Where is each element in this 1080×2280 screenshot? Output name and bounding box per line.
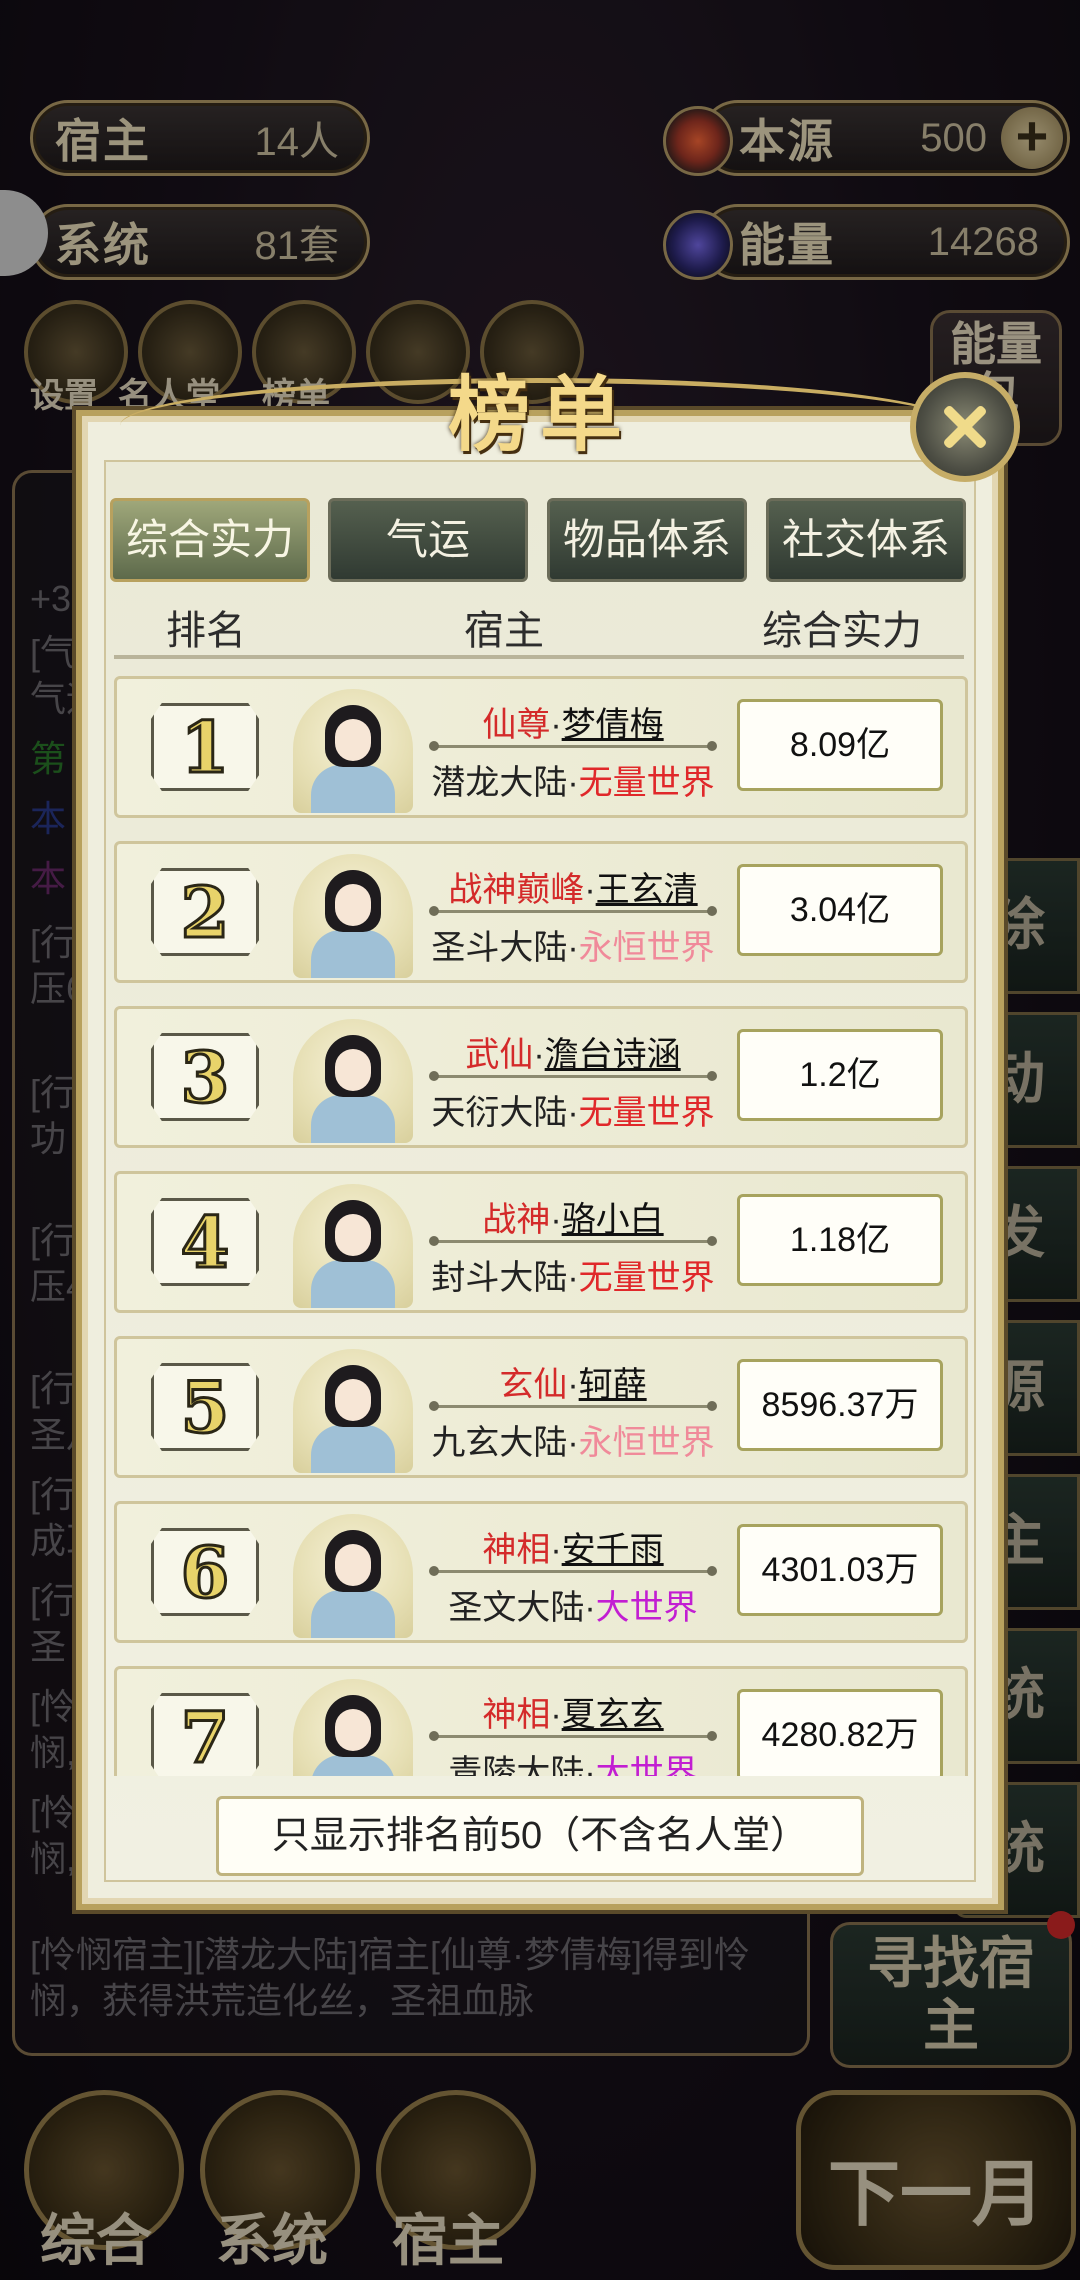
avatar xyxy=(293,1679,413,1776)
rank-number: 3 xyxy=(151,1033,259,1121)
host-name[interactable]: 夏玄玄 xyxy=(562,1696,664,1734)
host-title: 神相 xyxy=(482,1696,551,1734)
host-name[interactable]: 轲薛 xyxy=(579,1366,647,1404)
host-title: 神相 xyxy=(482,1531,551,1569)
power-value: 3.04亿 xyxy=(737,864,943,956)
tab-social-system[interactable]: 社交体系 xyxy=(766,498,966,582)
ranking-row[interactable]: 3 武仙·澹台诗涵 天衍大陆·无量世界 1.2亿 xyxy=(114,1006,968,1148)
host-title: 仙尊 xyxy=(482,706,551,744)
host-origin: 封斗大陆·无量世界 xyxy=(431,1259,715,1297)
ranking-row[interactable]: 6 神相·安千雨 圣文大陆·大世界 4301.03万 xyxy=(114,1501,968,1643)
host-origin: 九玄大陆·永恒世界 xyxy=(431,1424,715,1462)
host-world: 永恒世界 xyxy=(578,929,715,967)
host-origin: 圣文大陆·大世界 xyxy=(448,1589,698,1627)
host-origin: 圣斗大陆·永恒世界 xyxy=(431,929,715,967)
host-world: 无量世界 xyxy=(578,1094,715,1132)
host-title-name: 仙尊·梦倩梅 xyxy=(482,706,664,744)
rank-number: 1 xyxy=(151,703,259,791)
avatar xyxy=(293,1019,413,1143)
host-world: 无量世界 xyxy=(578,764,715,802)
host-title-name: 玄仙·轲薛 xyxy=(499,1366,647,1404)
host-title: 战神巅峰 xyxy=(448,871,585,909)
rank-number: 4 xyxy=(151,1198,259,1286)
host-continent: 圣文大陆 xyxy=(448,1589,585,1627)
tab-luck[interactable]: 气运 xyxy=(328,498,528,582)
row-divider xyxy=(429,1401,717,1411)
ranking-row[interactable]: 4 战神·骆小白封斗大陆·无量世界 1.18亿 xyxy=(114,1171,968,1313)
host-title: 武仙 xyxy=(465,1036,534,1074)
host-name[interactable]: 王玄清 xyxy=(596,871,698,909)
close-icon[interactable] xyxy=(910,372,1020,482)
power-value: 4280.82万 xyxy=(737,1689,943,1776)
host-continent: 潜龙大陆 xyxy=(431,764,568,802)
host-title-name: 神相·夏玄玄 xyxy=(482,1696,664,1734)
power-value: 8596.37万 xyxy=(737,1359,943,1451)
host-name[interactable]: 骆小白 xyxy=(562,1201,664,1239)
avatar xyxy=(293,1349,413,1473)
host-title-name: 战神·骆小白 xyxy=(482,1201,664,1239)
rank-number: 2 xyxy=(151,868,259,956)
ranking-row[interactable]: 2 战神巅峰·王玄清 圣斗大陆·永恒世界 3.04亿 xyxy=(114,841,968,983)
host-world: 永恒世界 xyxy=(578,1424,715,1462)
top-50-note: 只显示排名前50（不含名人堂） xyxy=(216,1796,864,1876)
host-continent: 圣斗大陆 xyxy=(431,929,568,967)
power-value: 8.09亿 xyxy=(737,699,943,791)
host-continent: 封斗大陆 xyxy=(431,1259,568,1297)
host-origin: 潜龙大陆·无量世界 xyxy=(431,764,715,802)
row-divider xyxy=(429,1071,717,1081)
tab-overall-strength[interactable]: 综合实力 xyxy=(110,498,310,582)
avatar xyxy=(293,1514,413,1638)
column-header-host: 宿主 xyxy=(464,609,544,653)
modal-title-wrap: 榜单 xyxy=(380,348,700,468)
ranking-row[interactable]: 1 仙尊·梦倩梅潜龙大陆·无量世界 8.09亿 xyxy=(114,676,968,818)
row-divider xyxy=(429,1566,717,1576)
ranking-list[interactable]: 1 仙尊·梦倩梅潜龙大陆·无量世界 8.09亿 2 战神巅峰·王玄清 圣斗大陆·永恒世界 3… xyxy=(108,672,974,1776)
row-divider xyxy=(429,906,717,916)
host-title: 战神 xyxy=(482,1201,551,1239)
ranking-row[interactable]: 5 玄仙·轲薛九玄大陆·永恒世界 8596.37万 xyxy=(114,1336,968,1478)
host-world: 大世界 xyxy=(595,1589,698,1627)
tab-item-system[interactable]: 物品体系 xyxy=(547,498,747,582)
column-header-rank: 排名 xyxy=(166,609,246,653)
modal-title: 榜单 xyxy=(447,367,632,463)
power-value: 4301.03万 xyxy=(737,1524,943,1616)
host-origin: 青陵大陆·大世界 xyxy=(413,1745,733,1776)
avatar xyxy=(293,1184,413,1308)
avatar xyxy=(293,689,413,813)
row-divider xyxy=(429,1236,717,1246)
host-continent: 九玄大陆 xyxy=(431,1424,568,1462)
avatar xyxy=(293,854,413,978)
column-header-power: 综合实力 xyxy=(762,609,922,653)
host-continent: 青陵大陆 xyxy=(448,1754,585,1776)
host-title-name: 武仙·澹台诗涵 xyxy=(465,1036,681,1074)
host-name[interactable]: 澹台诗涵 xyxy=(545,1036,681,1074)
host-name[interactable]: 安千雨 xyxy=(562,1531,664,1569)
host-world: 大世界 xyxy=(595,1754,698,1776)
host-title: 玄仙 xyxy=(499,1366,568,1404)
host-world: 无量世界 xyxy=(578,1259,715,1297)
row-divider xyxy=(429,1731,717,1741)
rank-number: 5 xyxy=(151,1363,259,1451)
ranking-row[interactable]: 7 神相·夏玄玄青陵大陆·大世界 4280.82万 xyxy=(114,1666,968,1776)
power-value: 1.2亿 xyxy=(737,1029,943,1121)
power-value: 1.18亿 xyxy=(737,1194,943,1286)
host-title-name: 神相·安千雨 xyxy=(482,1531,664,1569)
rank-number: 6 xyxy=(151,1528,259,1616)
host-origin: 天衍大陆·无量世界 xyxy=(431,1094,715,1132)
host-title-name: 战神巅峰·王玄清 xyxy=(448,871,698,909)
rank-number: 7 xyxy=(151,1693,259,1776)
host-name[interactable]: 梦倩梅 xyxy=(562,706,664,744)
header-divider xyxy=(114,655,964,659)
row-divider xyxy=(429,741,717,751)
host-continent: 天衍大陆 xyxy=(431,1094,568,1132)
